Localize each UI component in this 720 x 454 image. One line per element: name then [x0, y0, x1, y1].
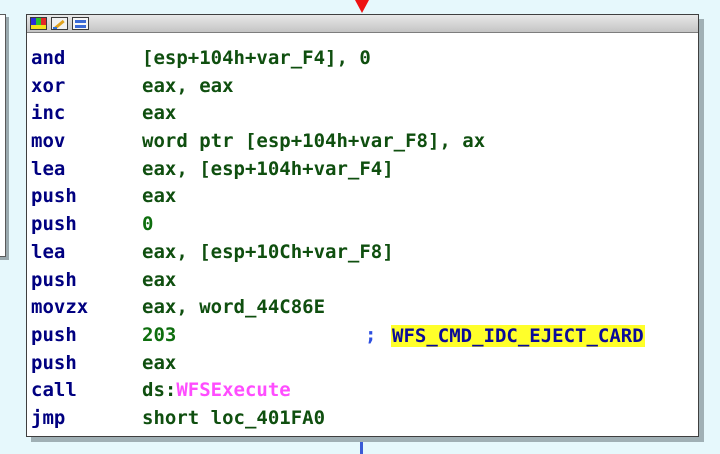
- instruction-line[interactable]: inc eax: [31, 100, 485, 128]
- operand: [esp+104h+var_F4], 0: [142, 47, 371, 69]
- outgoing-edge: [360, 437, 363, 454]
- palette-icon[interactable]: [30, 17, 47, 30]
- operand: eax, [esp+104h+var_F4]: [142, 157, 394, 180]
- adjacent-graph-node[interactable]: 0: [0, 14, 6, 257]
- operand: 0: [142, 213, 154, 236]
- mnemonic: call: [31, 379, 77, 402]
- instruction-line[interactable]: push 0: [31, 211, 485, 239]
- mnemonic: mov: [31, 130, 66, 153]
- import-function-name[interactable]: WFSExecute: [176, 379, 290, 401]
- operand: ds:WFSExecute: [142, 377, 291, 405]
- mnemonic: push: [31, 268, 77, 291]
- instruction-line[interactable]: jmp short loc_401FA0: [31, 405, 485, 433]
- operand: eax, [esp+10Ch+var_F8]: [142, 240, 394, 263]
- mnemonic: push: [31, 351, 77, 374]
- mnemonic: push: [31, 185, 77, 208]
- mnemonic: jmp: [31, 406, 66, 429]
- mnemonic: and: [31, 47, 66, 69]
- mnemonic: lea: [31, 157, 66, 180]
- mnemonic: movzx: [31, 296, 89, 319]
- pencil-icon[interactable]: [51, 17, 68, 30]
- incoming-edge-arrow-icon: [355, 0, 369, 13]
- mnemonic: lea: [31, 240, 66, 263]
- mnemonic: inc: [31, 102, 66, 125]
- operand: eax: [142, 185, 177, 208]
- node-titlebar[interactable]: [27, 15, 698, 33]
- operand: eax, eax: [142, 74, 234, 97]
- instruction-line[interactable]: push eax: [31, 350, 485, 378]
- instruction-line[interactable]: and [esp+104h+var_F4], 0: [31, 45, 485, 73]
- instruction-line[interactable]: push eax: [31, 267, 485, 295]
- instruction-line[interactable]: call ds:WFSExecute: [31, 377, 485, 405]
- mnemonic: push: [31, 213, 77, 236]
- instruction-line[interactable]: lea eax, [esp+104h+var_F4]: [31, 156, 485, 184]
- instruction-line[interactable]: lea eax, [esp+10Ch+var_F8]: [31, 239, 485, 267]
- operand: eax: [142, 102, 177, 125]
- instruction-line[interactable]: xor eax, eax: [31, 73, 485, 101]
- instruction-line[interactable]: mov word ptr [esp+104h+var_F8], ax: [31, 128, 485, 156]
- comment-marker: ;: [365, 323, 377, 346]
- operand: short loc_401FA0: [142, 406, 326, 429]
- operand: eax: [142, 351, 177, 374]
- disassembly-listing: and [esp+104h+var_F4], 0 xor eax, eax in…: [31, 45, 645, 433]
- mnemonic: push: [31, 323, 77, 346]
- mnemonic: xor: [31, 74, 66, 97]
- operand: 203: [142, 323, 177, 346]
- operand: eax, word_44C86E: [142, 296, 326, 319]
- operand: word ptr [esp+104h+var_F8], ax: [142, 130, 486, 153]
- instruction-line[interactable]: movzx eax, word_44C86E: [31, 294, 485, 322]
- instruction-line[interactable]: push eax: [31, 183, 485, 211]
- graph-node-block[interactable]: and [esp+104h+var_F4], 0 xor eax, eax in…: [26, 14, 699, 437]
- highlighted-comment[interactable]: WFS_CMD_IDC_EJECT_CARD: [391, 324, 645, 347]
- instruction-line[interactable]: push 203 ; WFS_CMD_IDC_EJECT_CARD: [31, 322, 645, 350]
- segment-prefix: ds:: [142, 379, 177, 402]
- operand: eax: [142, 268, 177, 291]
- graph-icon[interactable]: [72, 17, 89, 30]
